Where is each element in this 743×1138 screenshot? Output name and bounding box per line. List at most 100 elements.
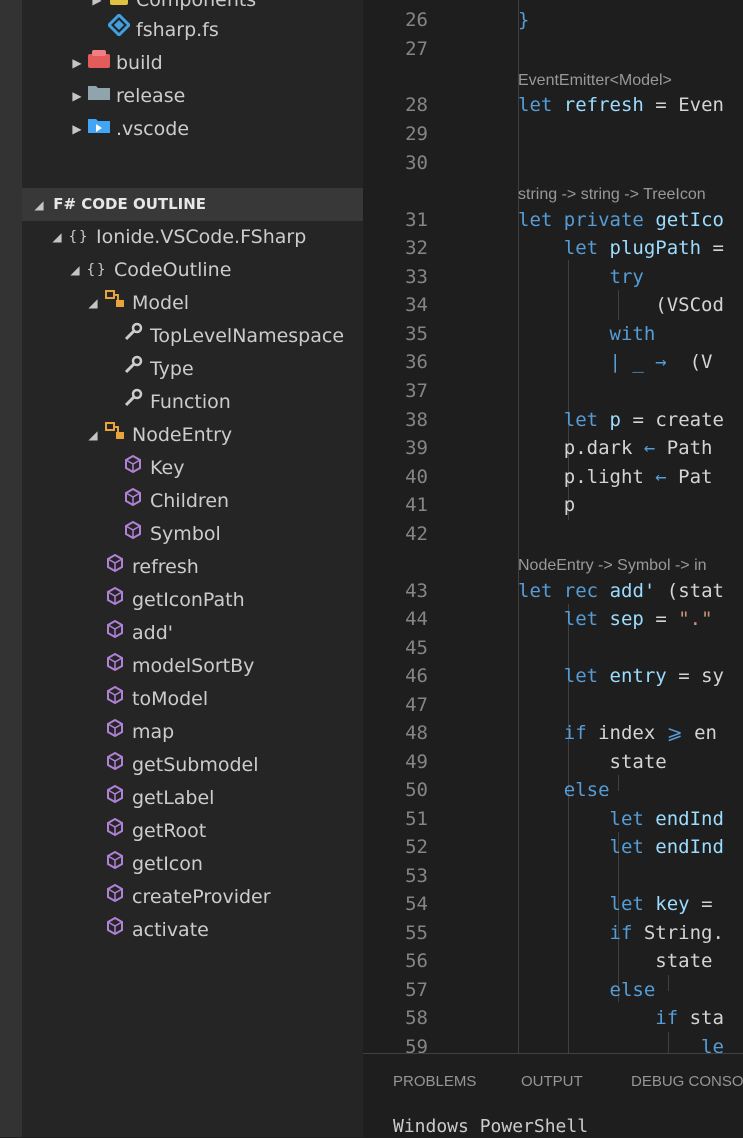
outline-item-label: Type	[150, 358, 194, 380]
outline-item-label: Model	[132, 292, 190, 314]
tab-problems[interactable]: PROBLEMS	[393, 1054, 476, 1110]
outline-function[interactable]: getIcon	[102, 848, 203, 881]
chevron-down-icon[interactable]: ◢	[84, 287, 102, 320]
code-line: 54 let key =	[363, 890, 743, 919]
code-line: 35 with	[363, 320, 743, 349]
line-number: 46	[405, 665, 428, 687]
outline-item-label: getIconPath	[132, 589, 245, 611]
code-line: 55 if String.	[363, 919, 743, 948]
outline-item-label: Children	[150, 490, 230, 512]
explorer-item-fsharp-fs[interactable]: fsharp.fs	[106, 12, 219, 47]
cube-icon	[120, 452, 146, 485]
explorer-item-vscode[interactable]: ▶ .vscode	[68, 113, 189, 146]
outline-item-label: map	[132, 721, 175, 743]
chevron-down-icon[interactable]: ◢	[30, 189, 48, 222]
outline-section-header[interactable]: ◢ F# CODE OUTLINE	[22, 188, 363, 221]
cube-icon	[102, 848, 128, 881]
chevron-right-icon[interactable]: ▶	[68, 47, 86, 80]
tab-debug-console[interactable]: DEBUG CONSO	[631, 1054, 743, 1110]
line-number: 31	[405, 209, 428, 231]
outline-item-label: Symbol	[150, 523, 221, 545]
chevron-down-icon[interactable]: ◢	[84, 419, 102, 452]
outline-function[interactable]: getRoot	[102, 815, 206, 848]
code-line: 37	[363, 377, 743, 406]
outline-header-label: F# CODE OUTLINE	[53, 195, 207, 213]
outline-field-type[interactable]: Type	[120, 353, 194, 386]
code-editor[interactable]: 26} 27 EventEmitter<Model> 28 let refresh…	[363, 0, 743, 1053]
outline-field-toplevelnamespace[interactable]: TopLevelNamespace	[120, 320, 344, 353]
outline-item-label: NodeEntry	[132, 424, 233, 446]
line-number: 56	[405, 950, 428, 972]
code-line: 56 state	[363, 947, 743, 976]
line-number: 54	[405, 893, 428, 915]
code-line: 47	[363, 691, 743, 720]
line-number: 44	[405, 608, 428, 630]
chevron-down-icon[interactable]: ◢	[48, 221, 66, 254]
line-number: 51	[405, 808, 428, 830]
outline-namespace[interactable]: ◢ {} Ionide.VSCode.FSharp	[48, 221, 306, 254]
line-number: 52	[405, 836, 428, 858]
explorer-item-label: fsharp.fs	[136, 19, 219, 41]
code-line: 26}	[363, 6, 743, 35]
code-line: 34 (VSCod	[363, 291, 743, 320]
chevron-down-icon[interactable]: ◢	[66, 254, 84, 287]
outline-function[interactable]: toModel	[102, 683, 208, 716]
line-number: 37	[405, 380, 428, 402]
outline-function[interactable]: activate	[102, 914, 209, 947]
chevron-right-icon[interactable]: ▶	[68, 113, 86, 146]
line-number: 39	[405, 437, 428, 459]
line-number: 50	[405, 779, 428, 801]
outline-field-function[interactable]: Function	[120, 386, 231, 419]
explorer-item-release[interactable]: ▶ release	[68, 80, 185, 113]
explorer-item-build[interactable]: ▶ build	[68, 47, 163, 80]
outline-item-label: Key	[150, 457, 185, 479]
line-number: 36	[405, 351, 428, 373]
code-line: 28 let refresh = Even	[363, 91, 743, 120]
folder-vscode-icon	[86, 113, 112, 146]
code-line: 52 let endInd	[363, 833, 743, 862]
terminal-output[interactable]: Windows PowerShell	[393, 1116, 588, 1137]
code-line: 51 let endInd	[363, 805, 743, 834]
outline-item-label: refresh	[132, 556, 199, 578]
outline-function[interactable]: modelSortBy	[102, 650, 254, 683]
outline-type-nodeentry[interactable]: ◢ NodeEntry	[84, 419, 232, 452]
outline-field-key[interactable]: Key	[120, 452, 184, 485]
class-icon	[102, 287, 128, 320]
line-number: 48	[405, 722, 428, 744]
outline-function[interactable]: createProvider	[102, 881, 271, 914]
activity-bar	[0, 0, 22, 1137]
outline-item-label: toModel	[132, 688, 209, 710]
chevron-right-icon[interactable]: ▶	[88, 0, 106, 17]
tab-output[interactable]: OUTPUT	[521, 1054, 583, 1110]
outline-field-symbol[interactable]: Symbol	[120, 518, 221, 551]
code-line: 39 p.dark ← Path	[363, 434, 743, 463]
outline-field-children[interactable]: Children	[120, 485, 229, 518]
line-number: 28	[405, 94, 428, 116]
code-line: 33 try	[363, 263, 743, 292]
wrench-icon	[120, 386, 146, 419]
codelens-annotation[interactable]: NodeEntry -> Symbol -> in	[518, 553, 707, 579]
codelens-annotation[interactable]: string -> string -> TreeIcon	[518, 182, 706, 208]
outline-function[interactable]: getSubmodel	[102, 749, 259, 782]
line-number: 58	[405, 1007, 428, 1029]
fsharp-file-icon	[106, 12, 132, 47]
line-number: 42	[405, 523, 428, 545]
cube-icon	[102, 584, 128, 617]
cube-icon	[102, 617, 128, 650]
outline-item-label: getIcon	[132, 853, 203, 875]
outline-function[interactable]: refresh	[102, 551, 199, 584]
code-line: 30	[363, 149, 743, 178]
cube-icon	[102, 914, 128, 947]
outline-module[interactable]: ◢ {} CodeOutline	[66, 254, 231, 287]
code-line: 46 let entry = sy	[363, 662, 743, 691]
folder-icon	[86, 80, 112, 113]
outline-function[interactable]: getLabel	[102, 782, 214, 815]
outline-function[interactable]: map	[102, 716, 174, 749]
line-number: 29	[405, 123, 428, 145]
outline-function[interactable]: getIconPath	[102, 584, 245, 617]
outline-type-model[interactable]: ◢ Model	[84, 287, 189, 320]
code-line: 59 le	[363, 1033, 743, 1053]
line-number: 47	[405, 694, 428, 716]
chevron-right-icon[interactable]: ▶	[68, 80, 86, 113]
outline-function[interactable]: add'	[102, 617, 173, 650]
